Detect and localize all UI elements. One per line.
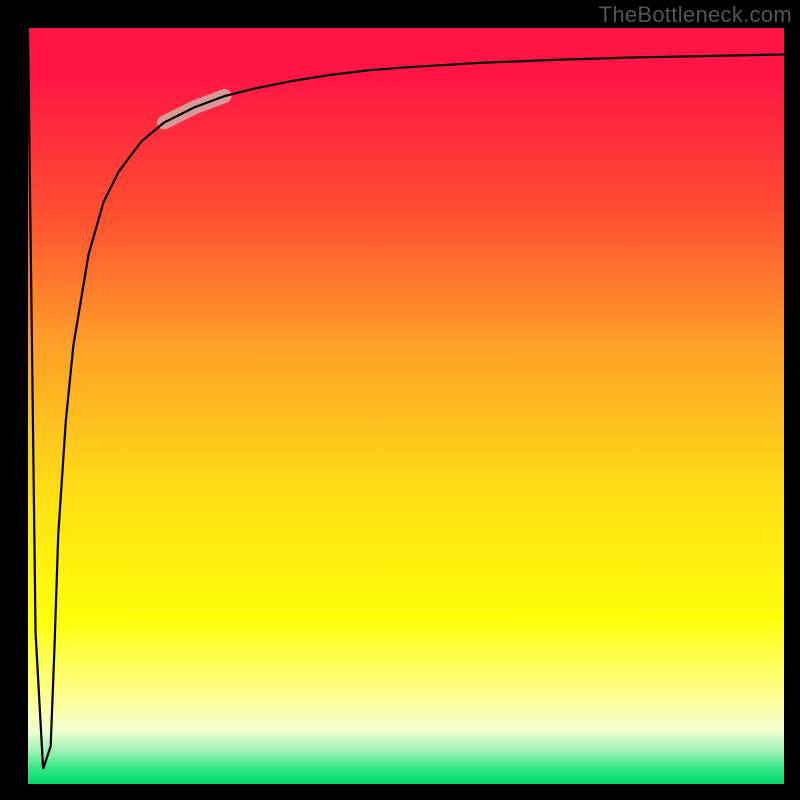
watermark-text: TheBottleneck.com [599,2,792,28]
bottleneck-curve [28,28,784,769]
plot-frame [28,28,784,784]
chart-svg [28,28,784,784]
